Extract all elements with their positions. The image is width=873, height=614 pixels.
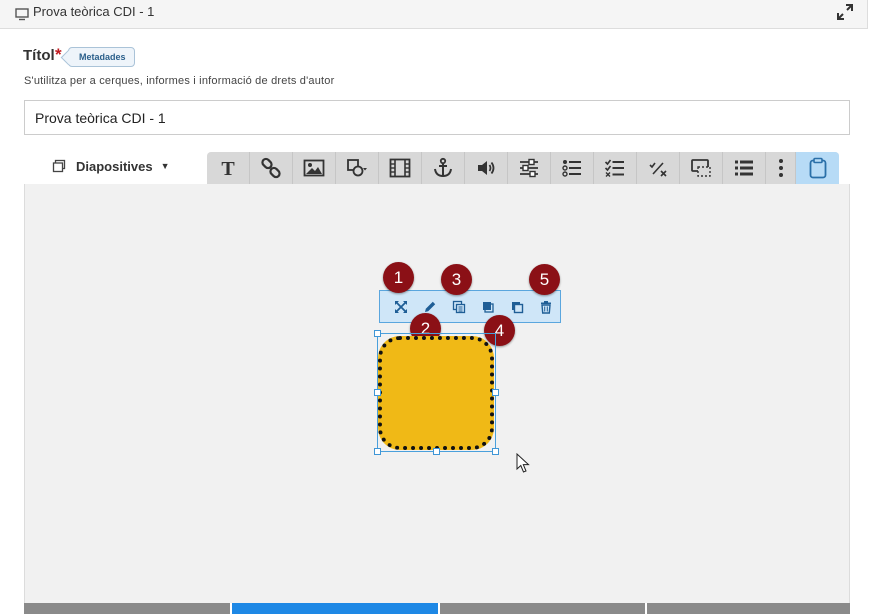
copy-icon (452, 300, 465, 313)
anchor-icon (434, 157, 452, 178)
element-toolbar (379, 290, 561, 323)
list-check-icon (604, 159, 624, 177)
image-tool[interactable] (293, 152, 336, 184)
send-back-button[interactable] (502, 295, 531, 319)
chevron-down-icon: ▼ (160, 161, 170, 171)
callout-marker-3: 3 (441, 264, 472, 295)
slide-strip (24, 603, 850, 614)
more-icon (778, 159, 783, 177)
required-mark: * (55, 45, 62, 64)
window-titlebar: Prova teòrica CDI - 1 (0, 0, 868, 29)
text-icon: T (221, 158, 235, 179)
interaction-tool[interactable] (508, 152, 551, 184)
list-radio-icon (562, 160, 581, 177)
speaker-icon (478, 161, 495, 175)
fullscreen-button[interactable] (386, 295, 415, 319)
content-toolbar: T (207, 152, 839, 184)
clipboard-icon (809, 157, 826, 179)
resize-handle-w[interactable] (374, 389, 381, 396)
trash-icon (540, 300, 551, 314)
check-cross-icon (649, 162, 667, 177)
single-choice-tool[interactable] (551, 152, 594, 184)
copy-button[interactable] (444, 295, 473, 319)
resize-handle-nw[interactable] (374, 330, 381, 337)
title-label: Títol (23, 47, 55, 64)
text-tool[interactable]: T (207, 152, 250, 184)
send-back-icon (511, 301, 523, 313)
slide-thumb[interactable] (647, 603, 850, 614)
hotspot-tool[interactable] (680, 152, 723, 184)
anchor-tool[interactable] (422, 152, 465, 184)
slides-label: Diapositives (76, 158, 153, 174)
help-text: S'utilitza per a cerques, informes i inf… (24, 75, 335, 87)
monitor-icon (15, 8, 29, 21)
slides-icon (52, 159, 66, 173)
selected-shape[interactable] (374, 330, 499, 455)
bring-front-icon (482, 301, 494, 313)
selection-box (377, 333, 496, 452)
slide-thumb-active[interactable] (232, 603, 438, 614)
metadata-badge[interactable]: Metadades (68, 47, 135, 67)
multi-choice-tool[interactable] (594, 152, 637, 184)
title-input[interactable] (24, 100, 850, 135)
shapes-icon (347, 159, 367, 177)
clipboard-tool[interactable] (796, 152, 839, 184)
list-icon (735, 160, 753, 176)
slide-thumb[interactable] (440, 603, 645, 614)
slides-dropdown[interactable]: Diapositives ▼ (52, 157, 170, 175)
resize-handle-e[interactable] (492, 389, 499, 396)
resize-handle-s[interactable] (433, 448, 440, 455)
pencil-icon (424, 301, 435, 312)
film-icon (389, 158, 411, 178)
svg-text:T: T (221, 158, 235, 179)
delete-button[interactable] (531, 295, 560, 319)
audio-tool[interactable] (465, 152, 508, 184)
hotspot-icon (691, 159, 711, 177)
resize-handle-se[interactable] (492, 448, 499, 455)
resize-icon (394, 300, 407, 313)
true-false-tool[interactable] (637, 152, 680, 184)
list-tool[interactable] (723, 152, 766, 184)
callout-marker-5: 5 (529, 264, 560, 295)
mouse-cursor-icon (516, 453, 530, 473)
resize-handle-sw[interactable] (374, 448, 381, 455)
link-icon (261, 157, 281, 179)
sliders-icon (520, 158, 538, 178)
image-icon (303, 159, 325, 177)
window-title: Prova teòrica CDI - 1 (33, 4, 155, 19)
expand-icon[interactable] (836, 3, 854, 21)
slide-thumb[interactable] (24, 603, 230, 614)
shapes-tool[interactable] (336, 152, 379, 184)
video-tool[interactable] (379, 152, 422, 184)
callout-marker-1: 1 (383, 262, 414, 293)
more-tool[interactable] (766, 152, 796, 184)
link-tool[interactable] (250, 152, 293, 184)
